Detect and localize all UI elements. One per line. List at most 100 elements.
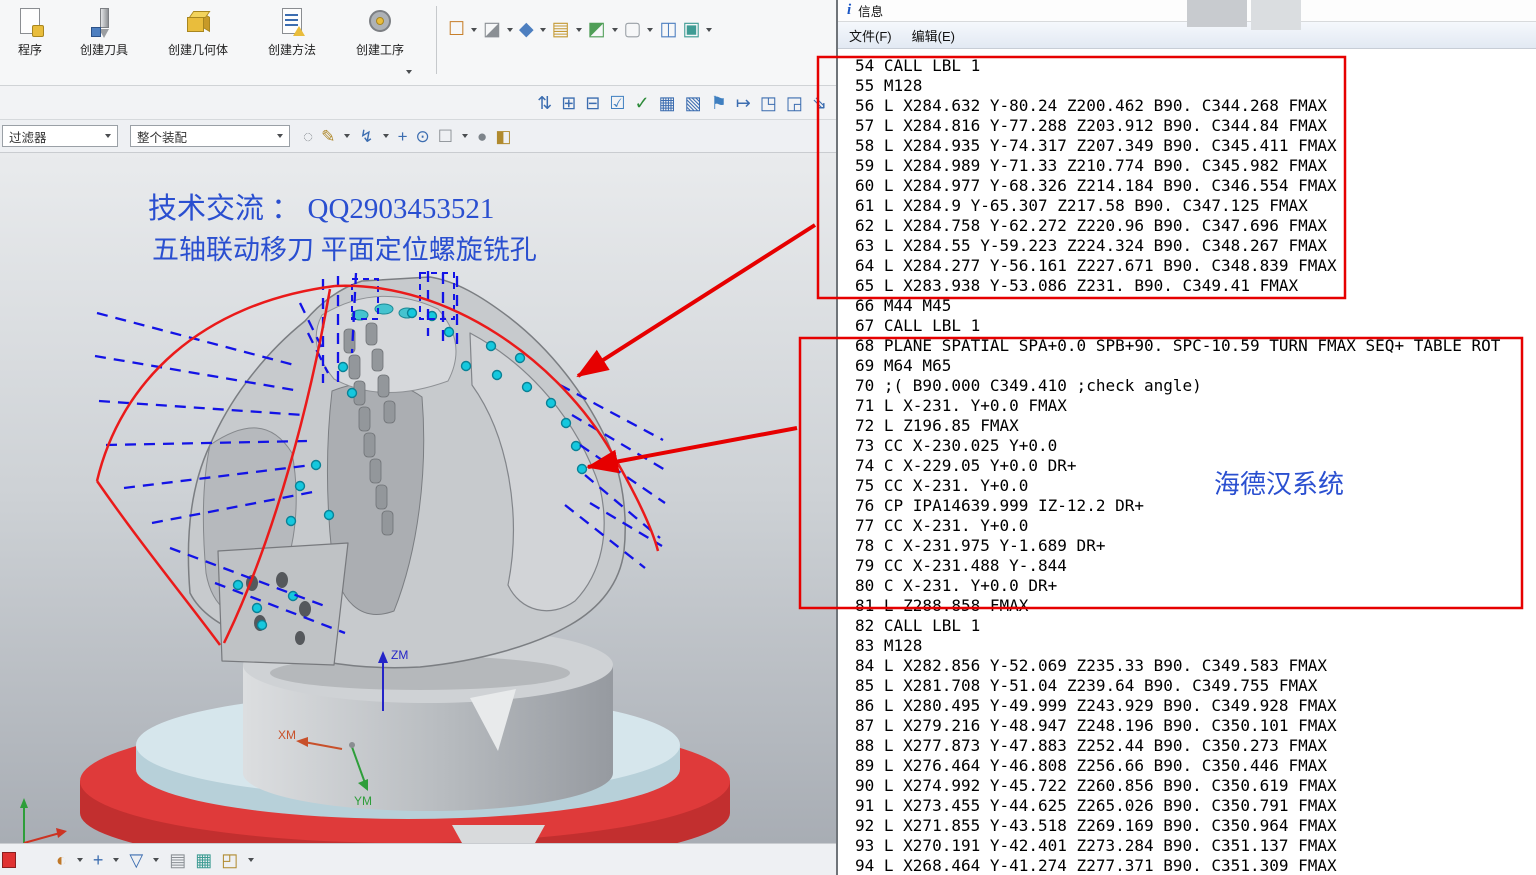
dropdown-caret-icon[interactable] [76,857,83,862]
code-line: 86 L X280.495 Y-49.999 Z243.929 B90. C34… [855,696,1337,715]
bottom-toolbar: ◐ + ▽ ▤ ▦ ◰ [0,843,836,875]
code-line: 90 L X274.992 Y-45.722 Z260.856 B90. C35… [855,776,1337,795]
flag-icon[interactable]: ⚑ [710,92,728,114]
dropdown-caret-icon[interactable] [507,27,513,32]
ribbon-item-create-geometry[interactable]: 创建几何体 [148,0,248,58]
code-line: 83 M128 [855,636,923,655]
new-view-window-icon[interactable]: ▣ [681,18,701,41]
half-cube-icon[interactable]: ◧ [494,126,512,147]
plus-icon[interactable]: + [397,126,409,147]
watermark-qq: 技术交流 ： QQ2903453521 [148,193,495,225]
render-sphere-icon[interactable]: ◐ [55,849,68,871]
dropdown-caret-icon[interactable] [706,27,713,32]
dropdown-caret-icon[interactable] [344,134,351,138]
ribbon-label: 创建刀具 [79,43,128,57]
code-line: 59 L X284.989 Y-71.33 Z210.774 B90. C345… [855,156,1328,175]
toolbar-separator [436,6,437,74]
pattern-grid-icon[interactable]: ▦ [658,92,677,114]
dropdown-caret-icon[interactable] [462,134,469,138]
shaded-cube-icon[interactable]: ◆ [518,18,535,41]
dropdown-caret-icon[interactable] [647,27,654,32]
drill-bit-body [187,276,626,669]
dropdown-caret-icon[interactable] [153,857,160,862]
code-line: 62 L X284.758 Y-62.272 Z220.96 B90. C347… [855,216,1328,235]
move-cross-icon[interactable]: + [92,849,105,871]
graphics-viewport[interactable]: ZM XM YM 技术交流 ： QQ2903453521 五轴联动移刀 平面定位… [0,153,836,843]
map-to-icon[interactable]: ↦ [735,92,752,114]
code-line: 87 L X279.216 Y-48.947 Z248.196 B90. C35… [855,716,1337,735]
view-triad [20,798,67,843]
clipboard-icon[interactable]: ▤ [168,849,187,871]
check-icon[interactable]: ✓ [634,92,651,114]
assembly-boxes-icon[interactable]: ◩ [587,18,607,41]
code-line: 67 CALL LBL 1 [855,316,981,335]
view-toolbar: ☐ ◪ ◆ ▤ ◩ ▢ ◫ ▣ [447,18,714,41]
ribbon-label: 程序 [17,43,42,57]
code-line: 68 PLANE SPATIAL SPA+0.0 SPB+90. SPC-10.… [855,336,1501,355]
target-circle-icon[interactable]: ⊙ [415,126,431,147]
ribbon-item-program[interactable]: 程序 [0,0,60,58]
sphere-icon[interactable]: ● [476,126,488,147]
code-line: 82 CALL LBL 1 [855,616,981,635]
code-line: 93 L X270.191 Y-42.401 Z273.284 B90. C35… [855,836,1337,855]
gauge-plate [217,542,349,666]
background-window-fragment [1251,0,1301,30]
dropdown-caret-icon[interactable] [575,27,582,32]
empty-frame-icon[interactable]: ▢ [623,18,643,41]
info-titlebar[interactable]: i 信息 [838,0,1536,30]
code-line: 58 L X284.935 Y-74.317 Z207.349 B90. C34… [855,136,1337,155]
dropdown-caret-icon[interactable] [382,134,389,138]
code-line: 70 ;( B90.000 C349.410 ;check angle) [855,376,1202,395]
box-corner-icon[interactable]: ◰ [220,849,239,871]
menu-file[interactable]: 文件(F) [849,26,892,45]
ribbon-label: 创建工序 [355,43,404,57]
secondary-toolbar: ⇅ ⊞ ⊟ ☑ ✓ ▦ ▧ ⚑ ↦ ◳ ◲ ⇘ [0,86,836,120]
lightning-icon[interactable]: ↯ [358,126,374,147]
ribbon-toolbar: 程序 创建刀具 创建几何体 创建方法 创建工序 ☐ ◪ ◆ ▤ ◩ ▢ ◫ ▣ [0,0,836,86]
code-line: 89 L X276.464 Y-46.808 Z256.66 B90. C350… [855,756,1328,775]
dashed-frame-icon[interactable]: ☐ [437,126,454,147]
cad-workspace: 程序 创建刀具 创建几何体 创建方法 创建工序 ☐ ◪ ◆ ▤ ◩ ▢ ◫ ▣ ⇅ ⊞ ⊟ ☑ ✓ ▦ [0,0,836,875]
pencil-icon[interactable]: ✎ [320,126,336,147]
snap-up-down-icon[interactable]: ⇅ [536,92,553,114]
fit-selection-box-icon[interactable]: ☐ [447,18,466,41]
create-operation-icon [363,5,397,39]
ribbon-item-create-tool[interactable]: 创建刀具 [60,0,148,58]
grid-minus-icon[interactable]: ⊟ [584,92,601,114]
menu-edit[interactable]: 编辑(E) [912,26,955,45]
code-line: 65 L X283.938 Y-53.086 Z231. B90. C349.4… [855,276,1299,295]
layers-icon[interactable]: ▦ [194,849,213,871]
dropdown-caret-icon[interactable] [611,27,618,32]
assembly-scope-combo[interactable]: 整个装配 [130,125,290,147]
checkbox-icon[interactable]: ☑ [608,92,626,114]
ribbon-label: 创建方法 [267,43,316,57]
dropdown-caret-icon[interactable] [113,857,120,862]
section-view-icon[interactable]: ◪ [482,18,502,41]
window-split-icon[interactable]: ◫ [658,18,678,41]
ribbon-item-create-operation[interactable]: 创建工序 [336,0,424,58]
funnel-icon[interactable]: ▽ [128,849,144,871]
arrow-se-icon[interactable]: ⇘ [811,92,828,114]
ribbon-item-create-method[interactable]: 创建方法 [248,0,336,58]
corner-ne-icon[interactable]: ◳ [759,92,778,114]
refresh-circle-icon[interactable]: ◌ [302,126,314,147]
code-line: 94 L X268.464 Y-41.274 Z277.371 B90. C35… [855,856,1337,875]
code-line: 77 CC X-231. Y+0.0 [855,516,1029,535]
filter-combo[interactable]: 过滤器 [2,125,118,147]
code-line: 76 CP IPA14639.999 IZ-12.2 DR+ [855,496,1144,515]
info-window-title: 信息 [858,5,884,19]
hatch-icon[interactable]: ▧ [684,92,703,114]
code-line: 60 L X284.977 Y-68.326 Z214.184 B90. C34… [855,176,1337,195]
dropdown-caret-icon[interactable] [539,27,546,32]
dropdown-caret-icon[interactable] [248,857,255,862]
dropdown-caret-icon[interactable] [471,27,478,32]
ribbon-dropdown-caret-icon[interactable] [406,70,412,74]
corner-se-icon[interactable]: ◲ [785,92,804,114]
code-line: 91 L X273.455 Y-44.625 Z265.026 B90. C35… [855,796,1337,815]
code-line: 74 C X-229.05 Y+0.0 DR+ [855,456,1077,475]
grid-plus-icon[interactable]: ⊞ [560,92,577,114]
bottom-tools: ◐ + ▽ ▤ ▦ ◰ [55,849,256,871]
axis-label-x: XM [278,728,296,742]
code-line: 81 L Z288.858 FMAX [855,596,1029,615]
open-folder-icon[interactable]: ▤ [551,18,571,41]
